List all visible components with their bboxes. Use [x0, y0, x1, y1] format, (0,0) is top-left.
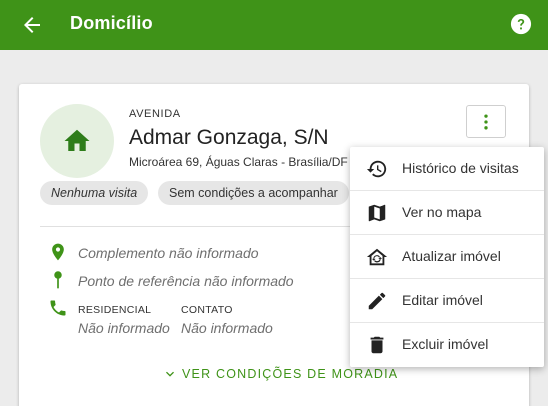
arrow-back-icon[interactable]	[20, 13, 44, 37]
menu-item-label: Ver no mapa	[402, 204, 482, 220]
chevron-down-icon	[166, 371, 174, 377]
property-avatar	[40, 104, 114, 178]
home-icon	[64, 129, 90, 151]
help-circle-icon[interactable]	[510, 13, 532, 35]
menu-item-label: Atualizar imóvel	[402, 248, 501, 264]
menu-item-map[interactable]: Ver no mapa	[350, 191, 544, 235]
options-menu: Histórico de visitas Ver no mapa Atualiz…	[350, 147, 544, 367]
housing-conditions-link[interactable]: VER CONDIÇÕES DE MORADIA	[162, 366, 398, 382]
history-icon	[366, 160, 387, 178]
phone-icon	[50, 300, 66, 316]
phone-residential-value: Não informado	[78, 320, 170, 336]
menu-item-delete[interactable]: Excluir imóvel	[350, 323, 544, 367]
location-pin-icon	[52, 243, 64, 261]
reference-text: Ponto de referência não informado	[78, 273, 294, 289]
menu-item-history[interactable]: Histórico de visitas	[350, 147, 544, 191]
phone-contact-value: Não informado	[181, 320, 273, 336]
app-bar: Domicílio	[0, 0, 548, 50]
map-icon	[368, 204, 386, 222]
pushpin-icon	[54, 271, 62, 289]
more-vert-icon	[484, 114, 488, 129]
housing-conditions-label: VER CONDIÇÕES DE MORADIA	[182, 367, 399, 381]
home-sync-icon	[366, 248, 388, 266]
more-options-button[interactable]	[466, 105, 506, 138]
trash-icon	[370, 336, 384, 354]
menu-item-update[interactable]: Atualizar imóvel	[350, 235, 544, 279]
menu-item-label: Excluir imóvel	[402, 336, 489, 352]
complement-text: Complemento não informado	[78, 245, 259, 261]
menu-item-edit[interactable]: Editar imóvel	[350, 279, 544, 323]
menu-item-label: Editar imóvel	[402, 292, 483, 308]
street-type: AVENIDA	[129, 108, 181, 120]
status-chip-conditions: Sem condições a acompanhar	[158, 181, 349, 205]
menu-item-label: Histórico de visitas	[402, 160, 519, 176]
address-line: Microárea 69, Águas Claras - Brasília/DF	[129, 155, 348, 169]
street-name: Admar Gonzaga, S/N	[129, 126, 329, 149]
pencil-icon	[368, 292, 386, 310]
status-chip-visits: Nenhuma visita	[40, 181, 149, 205]
page-title: Domicílio	[70, 13, 153, 33]
phone-residential-label: RESIDENCIAL	[78, 304, 152, 316]
phone-contact-label: CONTATO	[181, 304, 233, 316]
